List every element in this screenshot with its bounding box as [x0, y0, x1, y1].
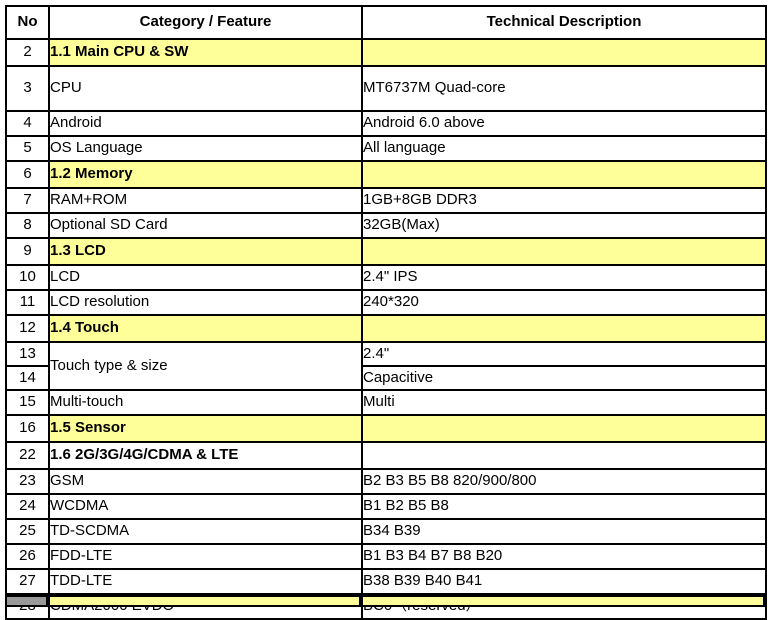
row-number-cell: 2 [5, 38, 50, 67]
description-cell [361, 441, 767, 470]
row-number-cell: 23 [5, 468, 50, 495]
table-row[interactable]: 7 RAM+ROM 1GB+8GB DDR3 [5, 187, 767, 214]
description-cell: B34 B39 [361, 518, 767, 545]
row-number-cell: 26 [5, 543, 50, 570]
row-number-cell: 6 [5, 160, 50, 189]
row-number-cell: 14 [5, 365, 50, 391]
category-cell: OS Language [48, 135, 363, 162]
table-row[interactable]: 25 TD-SCDMA B34 B39 [5, 518, 767, 545]
category-cell: 1.6 2G/3G/4G/CDMA & LTE [48, 441, 363, 470]
column-header-no: No [5, 5, 50, 40]
table-row[interactable]: 5 OS Language All language [5, 135, 767, 162]
table-row[interactable]: 15 Multi-touch Multi [5, 389, 767, 416]
table-row[interactable]: 16 1.5 Sensor [5, 414, 767, 443]
table-row[interactable]: 2 1.1 Main CPU & SW [5, 38, 767, 67]
row-number-cell: 4 [5, 110, 50, 137]
row-number-cell: 27 [5, 568, 50, 595]
row-number-cell: 10 [5, 264, 50, 291]
table-row[interactable]: 26 FDD-LTE B1 B3 B4 B7 B8 B20 [5, 543, 767, 570]
description-cell: MT6737M Quad-core [361, 65, 767, 112]
category-cell: GSM [48, 468, 363, 495]
category-cell: 1.5 Sensor [48, 414, 363, 443]
table-row[interactable]: 4 Android Android 6.0 above [5, 110, 767, 137]
description-cell: B1 B2 B5 B8 [361, 493, 767, 520]
description-cell [361, 414, 767, 443]
row-number-cell: 7 [5, 187, 50, 214]
table-row[interactable]: 8 Optional SD Card 32GB(Max) [5, 212, 767, 239]
description-cell [361, 38, 767, 67]
category-cell: TD-SCDMA [48, 518, 363, 545]
description-cell: B38 B39 B40 B41 [361, 568, 767, 595]
table-row[interactable]: 3 CPU MT6737M Quad-core [5, 65, 767, 112]
table-row[interactable]: 13 Touch type & size 2.4" [5, 341, 767, 391]
category-cell: LCD [48, 264, 363, 291]
table-row[interactable]: 11 LCD resolution 240*320 [5, 289, 767, 316]
table-row[interactable]: 10 LCD 2.4" IPS [5, 264, 767, 291]
description-cell: Multi [361, 389, 767, 416]
table-row[interactable]: 22 1.6 2G/3G/4G/CDMA & LTE [5, 441, 767, 470]
description-cell: 1GB+8GB DDR3 [361, 187, 767, 214]
row-number-cell: 15 [5, 389, 50, 416]
row-number-cell: 12 [5, 314, 50, 343]
row-number-cell: 8 [5, 212, 50, 239]
specification-table: No Category / Feature Technical Descript… [5, 5, 767, 620]
row-number-cell: 9 [5, 237, 50, 266]
row-number-cell: 13 [5, 341, 50, 367]
description-cell [361, 237, 767, 266]
table-header-row: No Category / Feature Technical Descript… [5, 5, 767, 40]
row-number-cell: 25 [5, 518, 50, 545]
description-cell: All language [361, 135, 767, 162]
table-body: 2 1.1 Main CPU & SW 3 CPU MT6737M Quad-c… [5, 38, 767, 620]
description-cell [361, 314, 767, 343]
category-cell: 1.2 Memory [48, 160, 363, 189]
category-cell: Android [48, 110, 363, 137]
row-number-cell: 3 [5, 65, 50, 112]
table-row[interactable]: 24 WCDMA B1 B2 B5 B8 [5, 493, 767, 520]
category-cell: FDD-LTE [48, 543, 363, 570]
description-cell: Capacitive [361, 365, 767, 391]
column-header-category: Category / Feature [48, 5, 363, 40]
description-cell: B1 B3 B4 B7 B8 B20 [361, 543, 767, 570]
spreadsheet-sheet: No Category / Feature Technical Descript… [0, 5, 773, 620]
category-cell: TDD-LTE [48, 568, 363, 595]
table-row[interactable]: 23 GSM B2 B3 B5 B8 820/900/800 [5, 468, 767, 495]
row-number-cell: 22 [5, 441, 50, 470]
category-cell: Multi-touch [48, 389, 363, 416]
row-number-cell: 11 [5, 289, 50, 316]
category-cell: RAM+ROM [48, 187, 363, 214]
row-number-cell: 5 [5, 135, 50, 162]
table-row[interactable]: 27 TDD-LTE B38 B39 B40 B41 [5, 568, 767, 595]
description-cell: B2 B3 B5 B8 820/900/800 [361, 468, 767, 495]
category-cell: WCDMA [48, 493, 363, 520]
description-cell: Android 6.0 above [361, 110, 767, 137]
category-cell: LCD resolution [48, 289, 363, 316]
row-number-cell: 16 [5, 414, 50, 443]
description-cell [361, 160, 767, 189]
category-cell: 1.1 Main CPU & SW [48, 38, 363, 67]
category-cell: Optional SD Card [48, 212, 363, 239]
table-row[interactable]: 12 1.4 Touch [5, 314, 767, 343]
column-header-desc: Technical Description [361, 5, 767, 40]
table-row[interactable]: 6 1.2 Memory [5, 160, 767, 189]
description-cell: 2.4" [361, 341, 767, 367]
category-cell: CPU [48, 65, 363, 112]
row-number-cell: 24 [5, 493, 50, 520]
category-cell: 1.4 Touch [48, 314, 363, 343]
category-cell: 1.3 LCD [48, 237, 363, 266]
table-row[interactable]: 9 1.3 LCD [5, 237, 767, 266]
description-cell: 240*320 [361, 289, 767, 316]
description-cell: 32GB(Max) [361, 212, 767, 239]
description-cell: 2.4" IPS [361, 264, 767, 291]
category-cell-merged: Touch type & size [48, 341, 363, 391]
